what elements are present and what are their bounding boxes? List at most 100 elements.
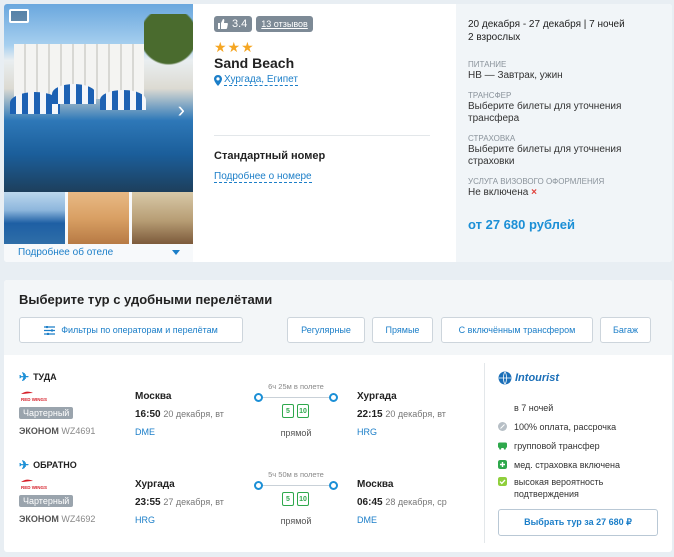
departure-time: 16:50 20 декабря, вт [135,409,224,420]
check-icon [498,477,507,486]
baggage-info: 5 10 [282,492,312,508]
divider [214,135,430,136]
plane-icon: ✈ [19,458,30,472]
flights-panel: ✈ ТУДА RED WINGS Чартерный ЭКОНОМ WZ4691… [4,355,484,552]
baggage-filter-button[interactable]: Багаж [600,317,651,343]
svg-text:RED WINGS: RED WINGS [21,485,47,490]
route-line [262,485,330,486]
route-end-dot [329,393,338,402]
moon-icon [499,403,504,412]
feature-text: 100% оплата, рассрочка [514,422,617,432]
red-wings-logo: RED WINGS [21,479,47,490]
about-hotel-link[interactable]: Подробнее об отеле [18,247,113,258]
feature-nights: в 7 ночей [498,402,663,414]
route-end-dot [329,481,338,490]
photo-thumbnail[interactable] [68,192,129,244]
transfer-filter-button[interactable]: С включённым трансфером [441,317,593,343]
hotel-main-photo[interactable]: › [4,4,193,192]
departure-time-text: 23:55 [135,497,161,508]
bus-icon [498,442,507,450]
meal-value: HB — Завтрак, ужин [468,70,563,81]
feature-confirmation: высокая вероятность подтверждения [498,476,663,500]
flight-class: ЭКОНОМ WZ4692 [19,514,95,524]
svg-text:RED WINGS: RED WINGS [21,397,47,402]
regular-filter-button[interactable]: Регулярные [287,317,365,343]
direction-text: ОБРАТНО [33,460,77,470]
select-tour-button[interactable]: Выбрать тур за 27 680 ₽ [498,509,658,536]
globe-icon [498,371,512,385]
arrival-time-text: 06:45 [357,497,383,508]
departure-date: 27 декабря, вт [163,497,224,507]
direct-filter-button[interactable]: Прямые [372,317,433,343]
photo-thumbnail[interactable] [4,192,65,244]
departure-time-text: 16:50 [135,409,161,420]
hotel-location[interactable]: Хургада, Египет [214,74,439,86]
plane-icon: ✈ [19,370,30,384]
arrival-time: 22:15 20 декабря, вт [357,409,446,420]
flight-class-text: ЭКОНОМ [19,426,59,436]
room-type: Стандартный номер [214,150,326,162]
arrival-date: 28 декабря, ср [385,497,447,507]
photo-gallery-icon[interactable] [9,9,29,23]
operator-filter-label: Фильтры по операторам и перелётам [61,325,218,335]
flight-number: WZ4691 [61,426,96,436]
charter-badge: Чартерный [19,407,74,419]
reviews-link[interactable]: 13 отзывов [256,16,313,32]
hand-luggage-icon: 10 [297,404,309,418]
operator-filter-button[interactable]: Фильтры по операторам и перелётам [19,317,243,343]
arrival-city: Москва [357,479,394,490]
map-pin-icon [214,74,222,86]
arrival-city: Хургада [357,391,397,402]
hotel-info: 3.4 13 отзывов ★★★ Sand Beach Хургада, Е… [214,16,439,256]
medical-icon [498,460,507,469]
room-details-link[interactable]: Подробнее о номере [214,171,312,183]
trip-details: 20 декабря - 27 декабря | 7 ночей 2 взро… [456,4,672,262]
photo-umbrella [52,84,96,104]
visa-value-text: Не включена [468,187,529,198]
photo-thumbnail[interactable] [132,192,193,244]
flight-duration: 6ч 25м в полете [268,382,324,391]
feature-text: мед. страховка включена [514,460,621,470]
departure-airport: DME [135,427,155,437]
tours-header: Выберите тур с удобными перелётами Фильт… [4,280,672,355]
visa-value: Не включена × [468,187,660,199]
operator-panel: Intourist в 7 ночей 100% оплата, рассроч… [484,355,672,552]
chevron-right-icon[interactable]: › [178,99,185,121]
flight-route: 6ч 25м в полете 5 10 прямой [254,382,338,442]
filter-icon [44,325,56,335]
transfer-label: ТРАНСФЕР [468,91,512,100]
departure-airport: HRG [135,515,155,525]
charter-badge: Чартерный [19,495,74,507]
flight-class-text: ЭКОНОМ [19,514,59,524]
feature-text: групповой трансфер [514,441,600,451]
hotel-stars: ★★★ [214,39,255,55]
flight-duration: 5ч 50м в полете [268,470,324,479]
photo-umbrella [100,90,146,110]
visa-label: УСЛУГА ВИЗОВОГО ОФОРМЛЕНИЯ [468,177,605,186]
tours-title: Выберите тур с удобными перелётами [19,292,273,307]
departure-date: 20 декабря, вт [163,409,224,419]
arrival-time-text: 22:15 [357,409,383,420]
percent-icon [498,422,507,431]
route-start-dot [254,393,263,402]
feature-payment: 100% оплата, рассрочка [498,421,663,433]
departure-time: 23:55 27 декабря, вт [135,497,224,508]
baggage-info: 5 10 [282,404,312,420]
route-line [262,397,330,398]
insurance-value: Выберите билеты для уточнения страховки [468,144,622,167]
tour-price: от 27 680 рублей [468,217,575,232]
flight-route: 5ч 50м в полете 5 10 прямой [254,470,338,530]
direct-flight-label: прямой [280,516,312,526]
chevron-down-icon[interactable] [172,250,180,255]
feature-insurance: мед. страховка включена [498,459,663,471]
flight-number: WZ4692 [61,514,96,524]
meal-label: ПИТАНИЕ [468,60,507,69]
arrival-time: 06:45 28 декабря, ср [357,497,447,508]
intourist-logo: Intourist [498,371,559,385]
arrival-airport: DME [357,515,377,525]
thumbs-up-icon [218,19,228,29]
hand-luggage-icon: 10 [297,492,309,506]
departure-city: Хургада [135,479,175,490]
direction-text: ТУДА [33,372,57,382]
flight-class: ЭКОНОМ WZ4691 [19,426,95,436]
